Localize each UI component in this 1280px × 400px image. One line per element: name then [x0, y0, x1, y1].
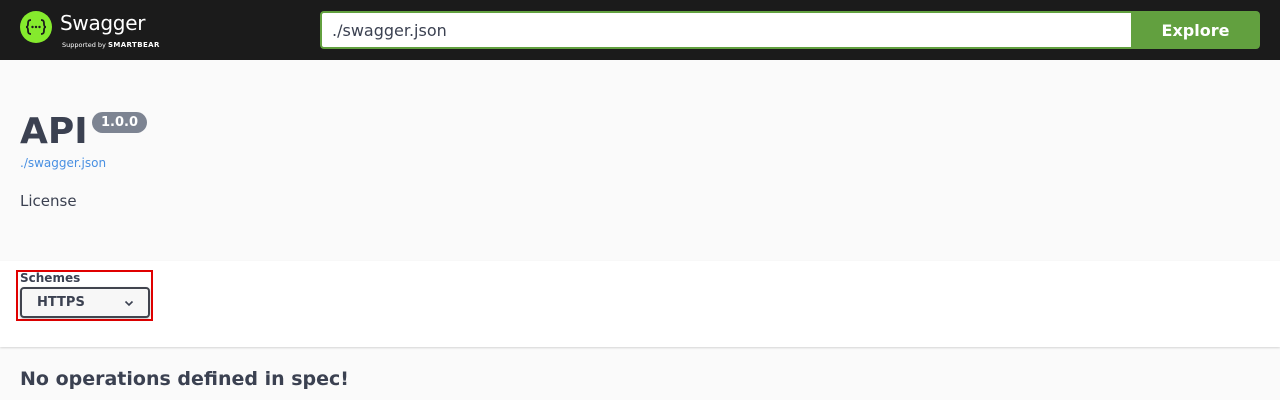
schemes-section: Schemes HTTPS — [0, 261, 1280, 347]
schemes-label: Schemes — [20, 271, 81, 285]
swagger-logo-icon[interactable] — [20, 11, 52, 43]
explore-button[interactable]: Explore — [1131, 11, 1260, 49]
version-badge: 1.0.0 — [92, 112, 148, 133]
schemes-select[interactable]: HTTPS — [20, 287, 150, 318]
chevron-down-icon — [124, 300, 134, 307]
schemes-selected-value: HTTPS — [37, 295, 85, 310]
brand-tagline: Supported by SMARTBEAR — [62, 41, 160, 49]
api-title: API — [20, 111, 88, 152]
brand-tagline-company: SMARTBEAR — [107, 41, 160, 49]
license-text: License — [20, 192, 77, 210]
braces-icon — [25, 19, 47, 35]
brand-name[interactable]: Swagger — [60, 11, 145, 35]
spec-url-link[interactable]: ./swagger.json — [20, 156, 106, 170]
topbar: Swagger Supported by SMARTBEAR Explore — [0, 0, 1280, 60]
brand-tagline-prefix: Supported by — [62, 41, 106, 49]
no-operations-message: No operations defined in spec! — [20, 368, 349, 390]
spec-url-input[interactable] — [320, 11, 1132, 49]
